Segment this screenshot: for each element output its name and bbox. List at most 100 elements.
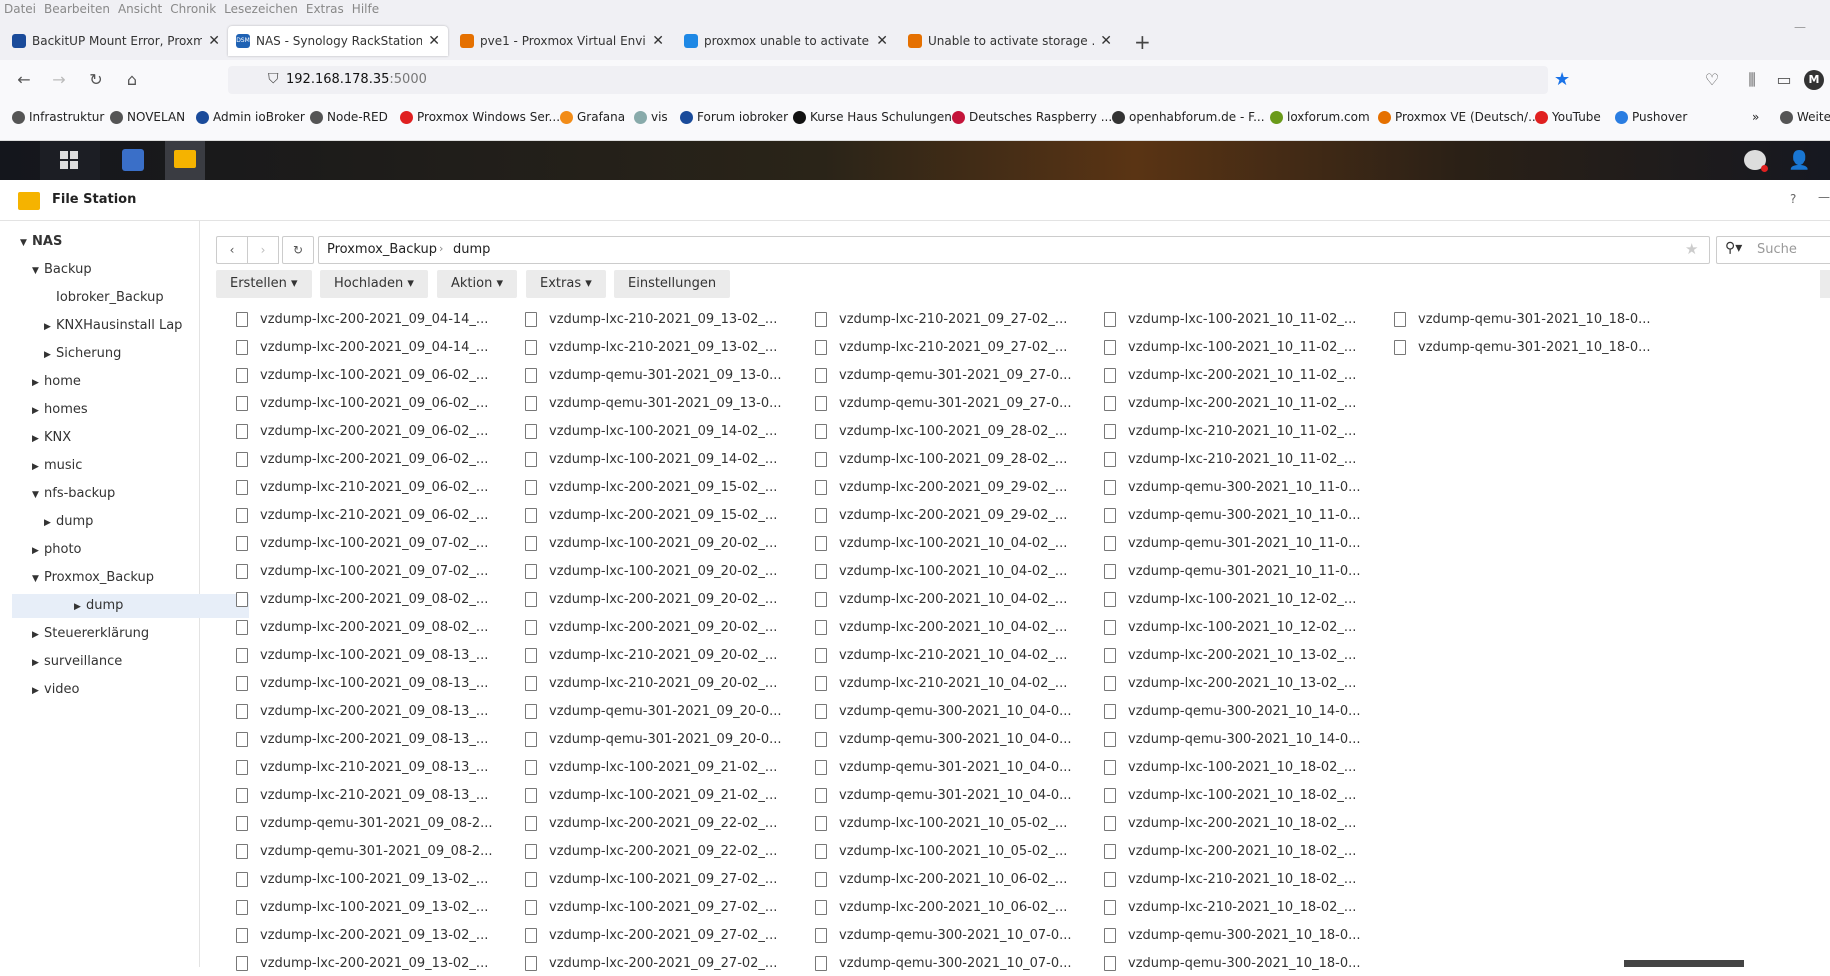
file-item[interactable]: vzdump-qemu-300-2021_10_14-0...: [1104, 700, 1361, 724]
file-item[interactable]: vzdump-qemu-300-2021_10_18-0...: [1104, 952, 1361, 976]
expand-arrow-icon[interactable]: ▶: [32, 427, 44, 451]
file-item[interactable]: vzdump-lxc-100-2021_09_14-02_...: [525, 448, 777, 472]
close-tab-icon[interactable]: ✕: [1100, 33, 1112, 49]
close-tab-icon[interactable]: ✕: [652, 33, 664, 49]
file-item[interactable]: vzdump-lxc-200-2021_10_06-02_...: [815, 896, 1067, 920]
file-item[interactable]: vzdump-lxc-210-2021_10_18-02_...: [1104, 896, 1356, 920]
close-tab-icon[interactable]: ✕: [876, 33, 888, 49]
minimize-button[interactable]: —: [1818, 190, 1830, 204]
file-item[interactable]: vzdump-lxc-100-2021_09_06-02_...: [236, 364, 488, 388]
bookmark-item[interactable]: vis: [634, 110, 668, 124]
file-item[interactable]: vzdump-qemu-301-2021_10_11-0...: [1104, 560, 1361, 584]
tree-item-steuererkl-rung[interactable]: ▶ Steuererklärung: [0, 622, 149, 646]
file-item[interactable]: vzdump-lxc-200-2021_09_08-13_...: [236, 728, 488, 752]
file-item[interactable]: vzdump-lxc-210-2021_10_11-02_...: [1104, 448, 1356, 472]
tab-backitup[interactable]: BackitUP Mount Error, Proxmox ✕: [4, 26, 228, 56]
back-button[interactable]: ←: [12, 68, 36, 92]
back-nav-button[interactable]: ‹: [216, 236, 248, 264]
file-item[interactable]: vzdump-qemu-300-2021_10_11-0...: [1104, 504, 1361, 528]
expand-arrow-icon[interactable]: ▶: [32, 371, 44, 395]
file-item[interactable]: vzdump-qemu-300-2021_10_11-0...: [1104, 476, 1361, 500]
bookmark-item[interactable]: Pushover: [1615, 110, 1687, 124]
file-item[interactable]: vzdump-lxc-200-2021_09_08-13_...: [236, 700, 488, 724]
close-tab-icon[interactable]: ✕: [208, 33, 220, 49]
refresh-button[interactable]: ↻: [282, 236, 314, 264]
bookmark-item[interactable]: Infrastruktur: [12, 110, 104, 124]
help-button[interactable]: ?: [1790, 192, 1796, 206]
file-item[interactable]: vzdump-qemu-300-2021_10_14-0...: [1104, 728, 1361, 752]
file-item[interactable]: vzdump-lxc-200-2021_09_06-02_...: [236, 448, 488, 472]
file-item[interactable]: vzdump-lxc-100-2021_10_04-02_...: [815, 532, 1067, 556]
file-item[interactable]: vzdump-qemu-301-2021_09_13-0...: [525, 392, 782, 416]
file-item[interactable]: vzdump-lxc-100-2021_09_13-02_...: [236, 896, 488, 920]
tree-item-iobroker-backup[interactable]: Iobroker_Backup: [0, 286, 164, 310]
file-item[interactable]: vzdump-lxc-100-2021_10_11-02_...: [1104, 336, 1356, 360]
file-item[interactable]: vzdump-lxc-210-2021_09_20-02_...: [525, 644, 777, 668]
expand-arrow-icon[interactable]: ▶: [44, 315, 56, 339]
menu-item[interactable]: Datei: [0, 0, 40, 18]
menu-item[interactable]: Chronik: [166, 0, 220, 18]
file-item[interactable]: vzdump-lxc-100-2021_10_18-02_...: [1104, 784, 1356, 808]
extras-button[interactable]: Extras ▾: [526, 270, 606, 298]
url-bar[interactable]: ⛉ 🔒 192.168.178.35:5000 ★: [228, 66, 1570, 94]
file-item[interactable]: vzdump-lxc-210-2021_09_13-02_...: [525, 336, 777, 360]
forward-nav-button[interactable]: ›: [247, 236, 279, 264]
file-item[interactable]: vzdump-lxc-100-2021_09_08-13_...: [236, 672, 488, 696]
file-item[interactable]: vzdump-qemu-301-2021_09_08-2...: [236, 840, 493, 864]
tree-item-sicherung[interactable]: ▶ Sicherung: [0, 342, 121, 366]
tab-bing-search[interactable]: proxmox unable to activate sto ✕: [676, 26, 896, 56]
shield-icon[interactable]: ⛉: [268, 71, 279, 87]
file-item[interactable]: vzdump-lxc-210-2021_09_27-02_...: [815, 308, 1067, 332]
file-item[interactable]: vzdump-lxc-200-2021_09_29-02_...: [815, 504, 1067, 528]
bookmark-item[interactable]: loxforum.com: [1270, 110, 1370, 124]
file-item[interactable]: vzdump-lxc-200-2021_09_27-02_...: [525, 924, 777, 948]
expand-arrow-icon[interactable]: ▶: [32, 399, 44, 423]
file-item[interactable]: vzdump-qemu-301-2021_10_11-0...: [1104, 532, 1361, 556]
package-center-button[interactable]: [112, 141, 152, 180]
tree-item-proxmox-backup[interactable]: ▼ Proxmox_Backup: [0, 566, 154, 590]
file-item[interactable]: vzdump-lxc-210-2021_09_06-02_...: [236, 476, 488, 500]
file-item[interactable]: vzdump-lxc-210-2021_10_11-02_...: [1104, 420, 1356, 444]
reload-button[interactable]: ↻: [84, 68, 108, 92]
tree-item-knx[interactable]: ▶ KNX: [0, 426, 71, 450]
expand-arrow-icon[interactable]: ▶: [32, 455, 44, 479]
file-item[interactable]: vzdump-lxc-210-2021_09_27-02_...: [815, 336, 1067, 360]
new-tab-button[interactable]: +: [1134, 30, 1151, 54]
expand-arrow-icon[interactable]: ▼: [32, 259, 44, 283]
file-item[interactable]: vzdump-lxc-200-2021_10_13-02_...: [1104, 644, 1356, 668]
path-bar[interactable]: Proxmox_Backup › dump ★: [318, 236, 1710, 264]
file-item[interactable]: vzdump-lxc-100-2021_09_07-02_...: [236, 532, 488, 556]
file-item[interactable]: vzdump-lxc-200-2021_10_11-02_...: [1104, 392, 1356, 416]
file-item[interactable]: vzdump-qemu-301-2021_09_27-0...: [815, 392, 1072, 416]
file-item[interactable]: vzdump-lxc-200-2021_09_15-02_...: [525, 504, 777, 528]
tab-pve1[interactable]: pve1 - Proxmox Virtual Environment ✕: [452, 26, 672, 56]
sidebar-icon[interactable]: ▭: [1772, 68, 1796, 92]
file-item[interactable]: vzdump-lxc-200-2021_10_18-02_...: [1104, 812, 1356, 836]
file-item[interactable]: vzdump-lxc-200-2021_09_20-02_...: [525, 616, 777, 640]
bookmark-item[interactable]: Admin ioBroker: [196, 110, 305, 124]
file-item[interactable]: vzdump-lxc-210-2021_10_04-02_...: [815, 672, 1067, 696]
path-segment[interactable]: dump: [453, 242, 490, 257]
tree-item-backup[interactable]: ▼ Backup: [0, 258, 92, 282]
file-item[interactable]: vzdump-lxc-100-2021_09_27-02_...: [525, 868, 777, 892]
upload-button[interactable]: Hochladen ▾: [320, 270, 428, 298]
bookmark-star-icon[interactable]: ★: [1554, 69, 1570, 90]
file-item[interactable]: vzdump-lxc-100-2021_10_12-02_...: [1104, 588, 1356, 612]
user-icon[interactable]: 👤: [1788, 150, 1810, 171]
file-item[interactable]: vzdump-lxc-210-2021_09_06-02_...: [236, 504, 488, 528]
tree-item-nfs-backup[interactable]: ▼ nfs-backup: [0, 482, 115, 506]
tree-item-home[interactable]: ▶ home: [0, 370, 81, 394]
file-item[interactable]: vzdump-qemu-300-2021_10_07-0...: [815, 952, 1072, 976]
bookmark-item[interactable]: NOVELAN: [110, 110, 185, 124]
file-item[interactable]: vzdump-qemu-300-2021_10_04-0...: [815, 728, 1072, 752]
file-item[interactable]: vzdump-lxc-200-2021_09_22-02_...: [525, 840, 777, 864]
file-item[interactable]: vzdump-lxc-100-2021_09_21-02_...: [525, 784, 777, 808]
file-item[interactable]: vzdump-qemu-300-2021_10_04-0...: [815, 700, 1072, 724]
menu-item[interactable]: Extras: [302, 0, 348, 18]
bookmark-item[interactable]: Forum iobroker: [680, 110, 788, 124]
file-item[interactable]: vzdump-qemu-301-2021_09_08-2...: [236, 812, 493, 836]
notifications-icon[interactable]: [1744, 150, 1768, 172]
account-avatar[interactable]: M: [1804, 70, 1824, 90]
file-item[interactable]: vzdump-lxc-200-2021_09_04-14_...: [236, 308, 488, 332]
file-item[interactable]: vzdump-qemu-300-2021_10_07-0...: [815, 924, 1072, 948]
